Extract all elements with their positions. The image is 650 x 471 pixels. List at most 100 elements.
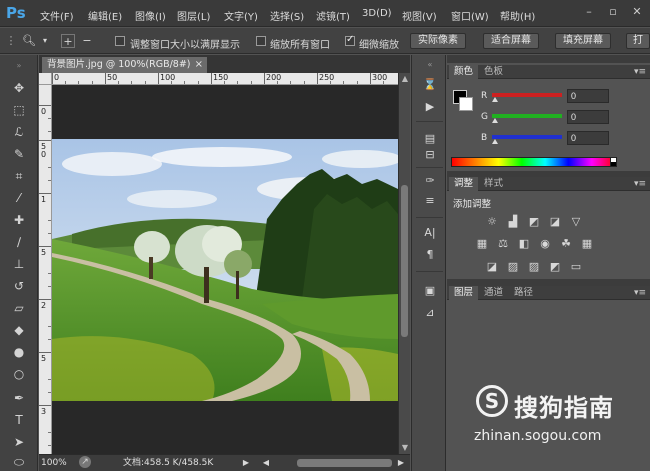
color-balance-icon[interactable]: ⚖ — [496, 237, 510, 251]
zoom-all-windows-checkbox[interactable] — [256, 36, 266, 46]
eraser-tool-icon[interactable]: ▱ — [9, 299, 29, 317]
history-panel-icon[interactable]: ⌛ — [421, 77, 439, 93]
levels-icon[interactable]: ▟ — [506, 215, 520, 229]
tool-presets-panel-icon[interactable]: ✑ — [421, 173, 439, 189]
quick-selection-tool-icon[interactable]: ✎ — [9, 145, 29, 163]
vibrance-icon[interactable]: ▽ — [569, 215, 583, 229]
menu-view[interactable]: 视图(V) — [402, 8, 437, 23]
scroll-down-icon[interactable]: ▼ — [400, 443, 410, 453]
curves-icon[interactable]: ◩ — [527, 215, 541, 229]
tab-paths[interactable]: 路径 — [509, 286, 538, 300]
marquee-tool-icon[interactable]: ⬚ — [9, 101, 29, 119]
menu-filter[interactable]: 滤镜(T) — [316, 8, 350, 23]
zoom-in-icon[interactable]: + — [61, 34, 75, 48]
fill-screen-button[interactable]: 填充屏幕 — [555, 33, 611, 49]
vertical-scrollbar[interactable]: ▲ ▼ — [398, 73, 410, 454]
brush-presets-panel-icon[interactable]: ▤ — [421, 131, 439, 147]
character-panel-icon[interactable]: A| — [421, 225, 439, 241]
scrubby-zoom-checkbox[interactable] — [345, 34, 355, 46]
selective-color-icon[interactable]: ◩ — [548, 260, 562, 274]
ruler-corner[interactable] — [39, 73, 52, 85]
close-tab-icon[interactable]: × — [195, 57, 203, 72]
menu-file[interactable]: 文件(F) — [40, 8, 74, 23]
photo-filter-icon[interactable]: ◉ — [538, 237, 552, 251]
clone-stamp-tool-icon[interactable]: ⊥ — [9, 255, 29, 273]
brush-tool-icon[interactable]: ∕ — [9, 233, 29, 251]
threshold-icon[interactable]: ▨ — [527, 260, 541, 274]
exposure-icon[interactable]: ◪ — [548, 215, 562, 229]
menu-layer[interactable]: 图层(L) — [177, 8, 210, 23]
collapse-dock-icon[interactable]: « — [421, 57, 439, 73]
move-tool-icon[interactable]: ✥ — [9, 79, 29, 97]
maximize-icon[interactable]: ▫ — [602, 4, 624, 20]
status-menu-arrow-icon[interactable]: ▶ — [239, 456, 253, 470]
eyedropper-tool-icon[interactable]: ⁄ — [9, 189, 29, 207]
hue-saturation-icon[interactable]: ▦ — [475, 237, 489, 251]
lasso-tool-icon[interactable]: ℒ — [9, 123, 29, 141]
posterize-icon[interactable]: ▨ — [506, 260, 520, 274]
color-lookup-icon[interactable]: ▦ — [580, 237, 594, 251]
minimize-icon[interactable]: – — [578, 4, 600, 20]
menu-edit[interactable]: 编辑(E) — [88, 8, 122, 23]
b-slider[interactable] — [492, 135, 562, 139]
scroll-left-icon[interactable]: ◀ — [259, 456, 273, 470]
actions-panel-icon[interactable]: ▶ — [421, 99, 439, 115]
vertical-ruler[interactable]: 0 5 0 1 5 2 5 3 — [39, 85, 52, 456]
panel-menu-icon[interactable]: ▾≡ — [634, 65, 646, 79]
r-value-field[interactable] — [567, 89, 609, 103]
r-slider-thumb[interactable] — [492, 97, 498, 102]
path-selection-tool-icon[interactable]: ➤ — [9, 433, 29, 451]
tab-adjustments[interactable]: 调整 — [449, 177, 479, 191]
tab-styles[interactable]: 样式 — [479, 177, 508, 191]
zoom-tool-icon[interactable]: 🔍︎ — [22, 34, 36, 48]
collapse-icon[interactable]: » — [9, 57, 29, 75]
fit-screen-button[interactable]: 适合屏幕 — [483, 33, 539, 49]
menu-select[interactable]: 选择(S) — [270, 8, 304, 23]
canvas-image[interactable] — [52, 139, 398, 401]
dodge-tool-icon[interactable]: ○ — [9, 365, 29, 383]
type-tool-icon[interactable]: T — [9, 411, 29, 429]
clone-source-panel-icon[interactable]: ⊟ — [421, 147, 439, 163]
brightness-icon[interactable]: ☼ — [485, 215, 499, 229]
g-slider-thumb[interactable] — [492, 118, 498, 123]
actual-pixels-button[interactable]: 实际像素 — [410, 33, 466, 49]
panel-menu-icon[interactable]: ▾≡ — [634, 286, 646, 300]
menu-image[interactable]: 图像(I) — [135, 8, 166, 23]
properties-panel-icon[interactable]: ≡ — [421, 193, 439, 209]
share-icon[interactable]: ↗ — [79, 456, 91, 468]
zoom-level-field[interactable]: 100% — [41, 457, 75, 469]
tab-channels[interactable]: 通道 — [479, 286, 508, 300]
b-value-field[interactable] — [567, 131, 609, 145]
channel-mixer-icon[interactable]: ☘ — [559, 237, 573, 251]
shape-tool-icon[interactable]: ⬭ — [9, 453, 29, 471]
invert-icon[interactable]: ◪ — [485, 260, 499, 274]
document-tab[interactable]: 背景图片.jpg @ 100%(RGB/8#) × — [42, 57, 207, 73]
black-white-icon[interactable]: ◧ — [517, 237, 531, 251]
paint-bucket-tool-icon[interactable]: ◆ — [9, 321, 29, 339]
zoom-out-icon[interactable]: − — [80, 34, 94, 48]
resize-windows-checkbox[interactable] — [115, 36, 125, 46]
g-slider[interactable] — [492, 114, 562, 118]
gradient-map-icon[interactable]: ▭ — [569, 260, 583, 274]
menu-3d[interactable]: 3D(D) — [362, 8, 392, 19]
panel-menu-icon[interactable]: ▾≡ — [634, 177, 646, 191]
crop-tool-icon[interactable]: ⌗ — [9, 167, 29, 185]
close-icon[interactable]: ✕ — [626, 4, 648, 20]
g-value-field[interactable] — [567, 110, 609, 124]
background-color-swatch[interactable] — [459, 97, 473, 111]
black-white-swatch[interactable] — [610, 157, 617, 167]
print-size-button[interactable]: 打 — [626, 33, 650, 49]
blur-tool-icon[interactable]: ● — [9, 343, 29, 361]
color-spectrum[interactable] — [451, 157, 616, 167]
scroll-right-icon[interactable]: ▶ — [394, 456, 408, 470]
menu-window[interactable]: 窗口(W) — [451, 8, 489, 23]
b-slider-thumb[interactable] — [492, 139, 498, 144]
layer-comps-panel-icon[interactable]: ▣ — [421, 283, 439, 299]
menu-help[interactable]: 帮助(H) — [500, 8, 535, 23]
r-slider[interactable] — [492, 93, 562, 97]
tab-color[interactable]: 颜色 — [449, 65, 479, 79]
menu-type[interactable]: 文字(Y) — [224, 8, 258, 23]
tab-layers[interactable]: 图层 — [449, 286, 479, 300]
history-brush-tool-icon[interactable]: ↺ — [9, 277, 29, 295]
tab-swatches[interactable]: 色板 — [479, 65, 508, 79]
